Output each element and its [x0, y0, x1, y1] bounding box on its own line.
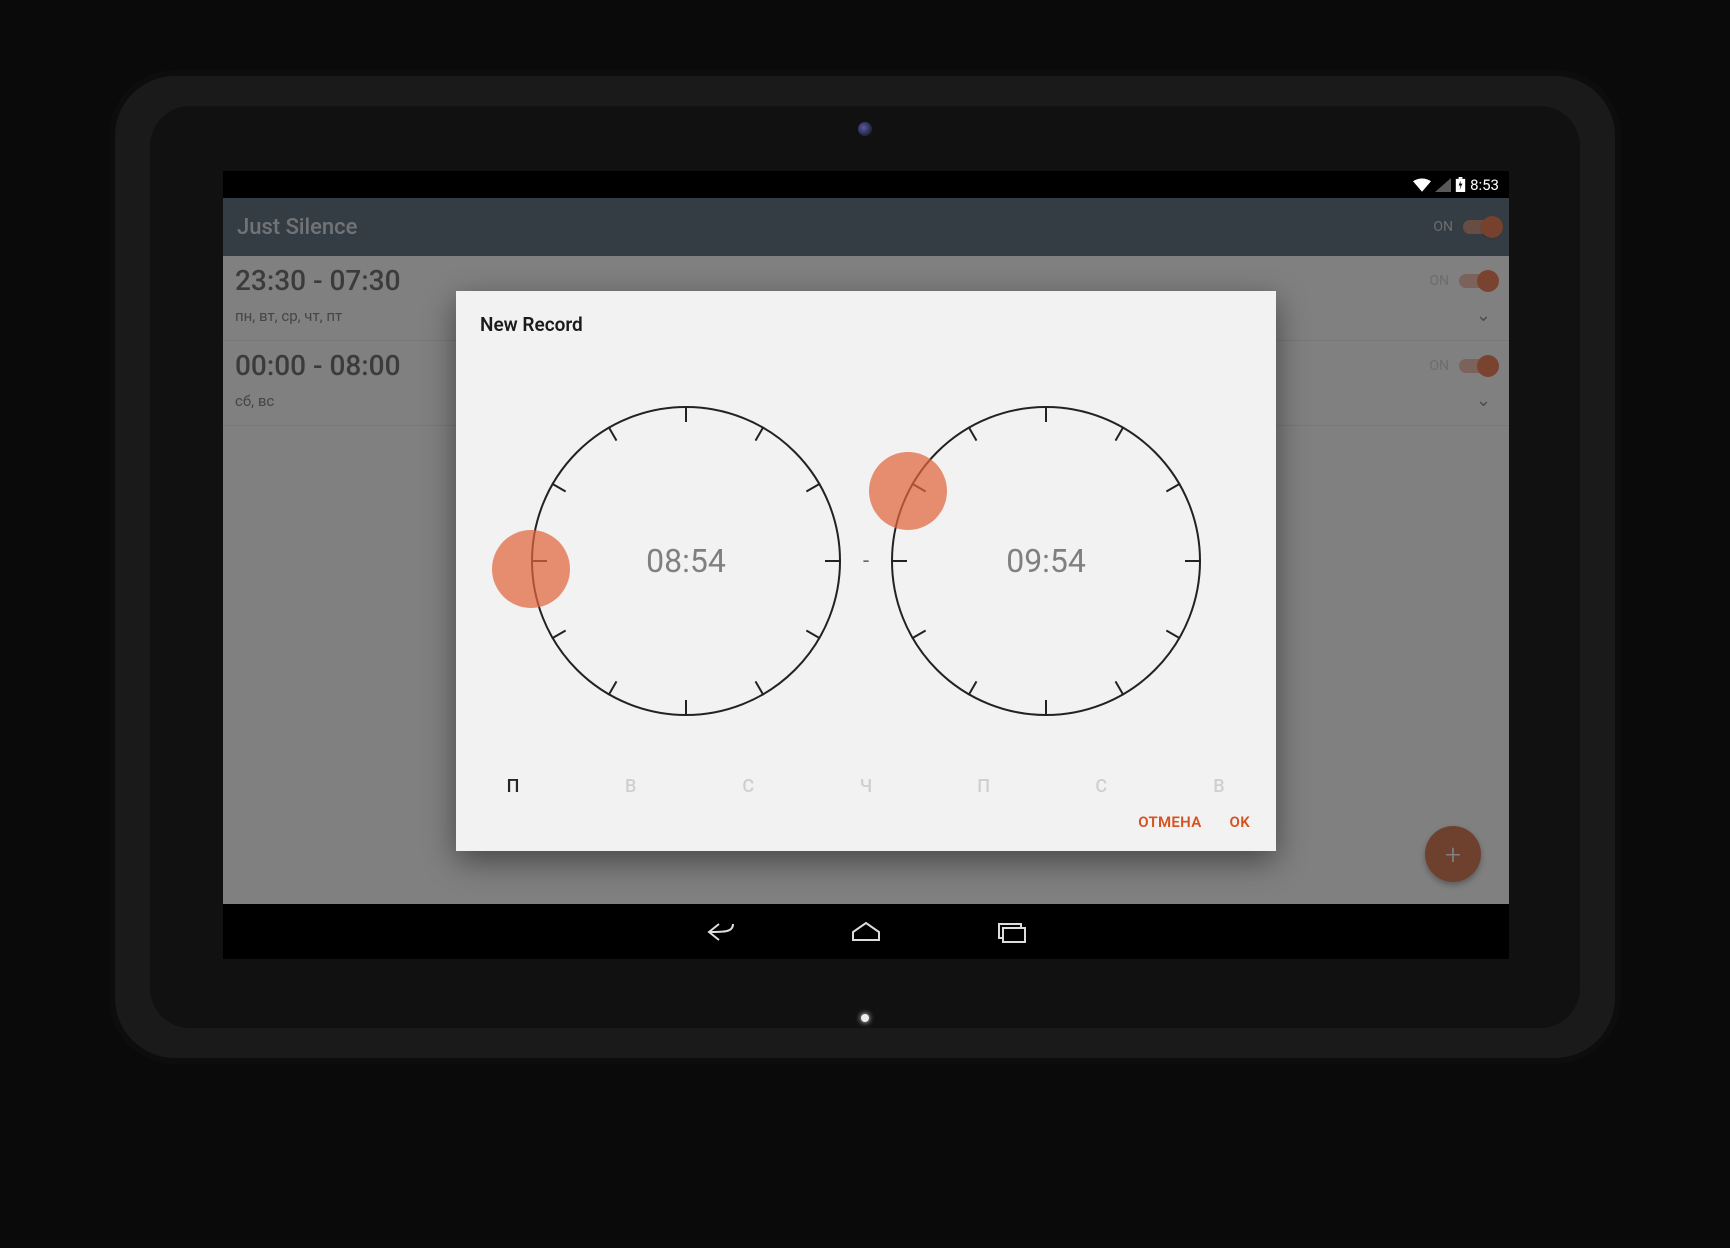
signal-icon: [1435, 178, 1451, 192]
end-time-display: 09:54: [1006, 542, 1086, 580]
day-toggle[interactable]: П: [496, 776, 530, 797]
day-toggle[interactable]: В: [614, 776, 648, 797]
day-selector: ПВСЧПСВ: [456, 766, 1276, 805]
front-camera: [858, 122, 872, 136]
dialog-title: New Record: [456, 291, 1276, 342]
back-button[interactable]: [705, 920, 739, 944]
nav-bar: [223, 904, 1509, 959]
day-toggle[interactable]: Ч: [849, 776, 883, 797]
indicator-led: [861, 1014, 869, 1022]
day-toggle[interactable]: С: [1084, 776, 1118, 797]
start-time-clock[interactable]: 08:54: [531, 406, 841, 716]
start-minute: 54: [690, 542, 726, 580]
end-minute: 54: [1050, 542, 1086, 580]
tablet-frame: 8:53 Just Silence ON 23:30 - 07:30 ON пн: [115, 76, 1615, 1058]
dialog-actions: ОТМЕНА OK: [456, 805, 1276, 851]
status-bar: 8:53: [223, 171, 1509, 198]
battery-icon: [1455, 177, 1466, 192]
start-hour: 08: [646, 542, 682, 580]
recents-button[interactable]: [993, 920, 1027, 944]
cancel-button[interactable]: ОТМЕНА: [1138, 813, 1201, 831]
new-record-dialog: New Record 08:54 -: [456, 291, 1276, 851]
end-time-clock[interactable]: 09:54: [891, 406, 1201, 716]
home-button[interactable]: [849, 920, 883, 944]
start-time-handle[interactable]: [492, 530, 570, 608]
day-toggle[interactable]: П: [967, 776, 1001, 797]
wifi-icon: [1413, 178, 1431, 192]
ok-button[interactable]: OK: [1230, 813, 1250, 831]
status-time: 8:53: [1470, 176, 1499, 194]
time-separator: -: [863, 549, 869, 574]
start-time-display: 08:54: [646, 542, 726, 580]
day-toggle[interactable]: С: [731, 776, 765, 797]
end-time-handle[interactable]: [869, 452, 947, 530]
day-toggle[interactable]: В: [1202, 776, 1236, 797]
time-pickers: 08:54 - 09:54: [456, 342, 1276, 766]
screen: 8:53 Just Silence ON 23:30 - 07:30 ON пн: [223, 171, 1509, 959]
end-hour: 09: [1006, 542, 1042, 580]
